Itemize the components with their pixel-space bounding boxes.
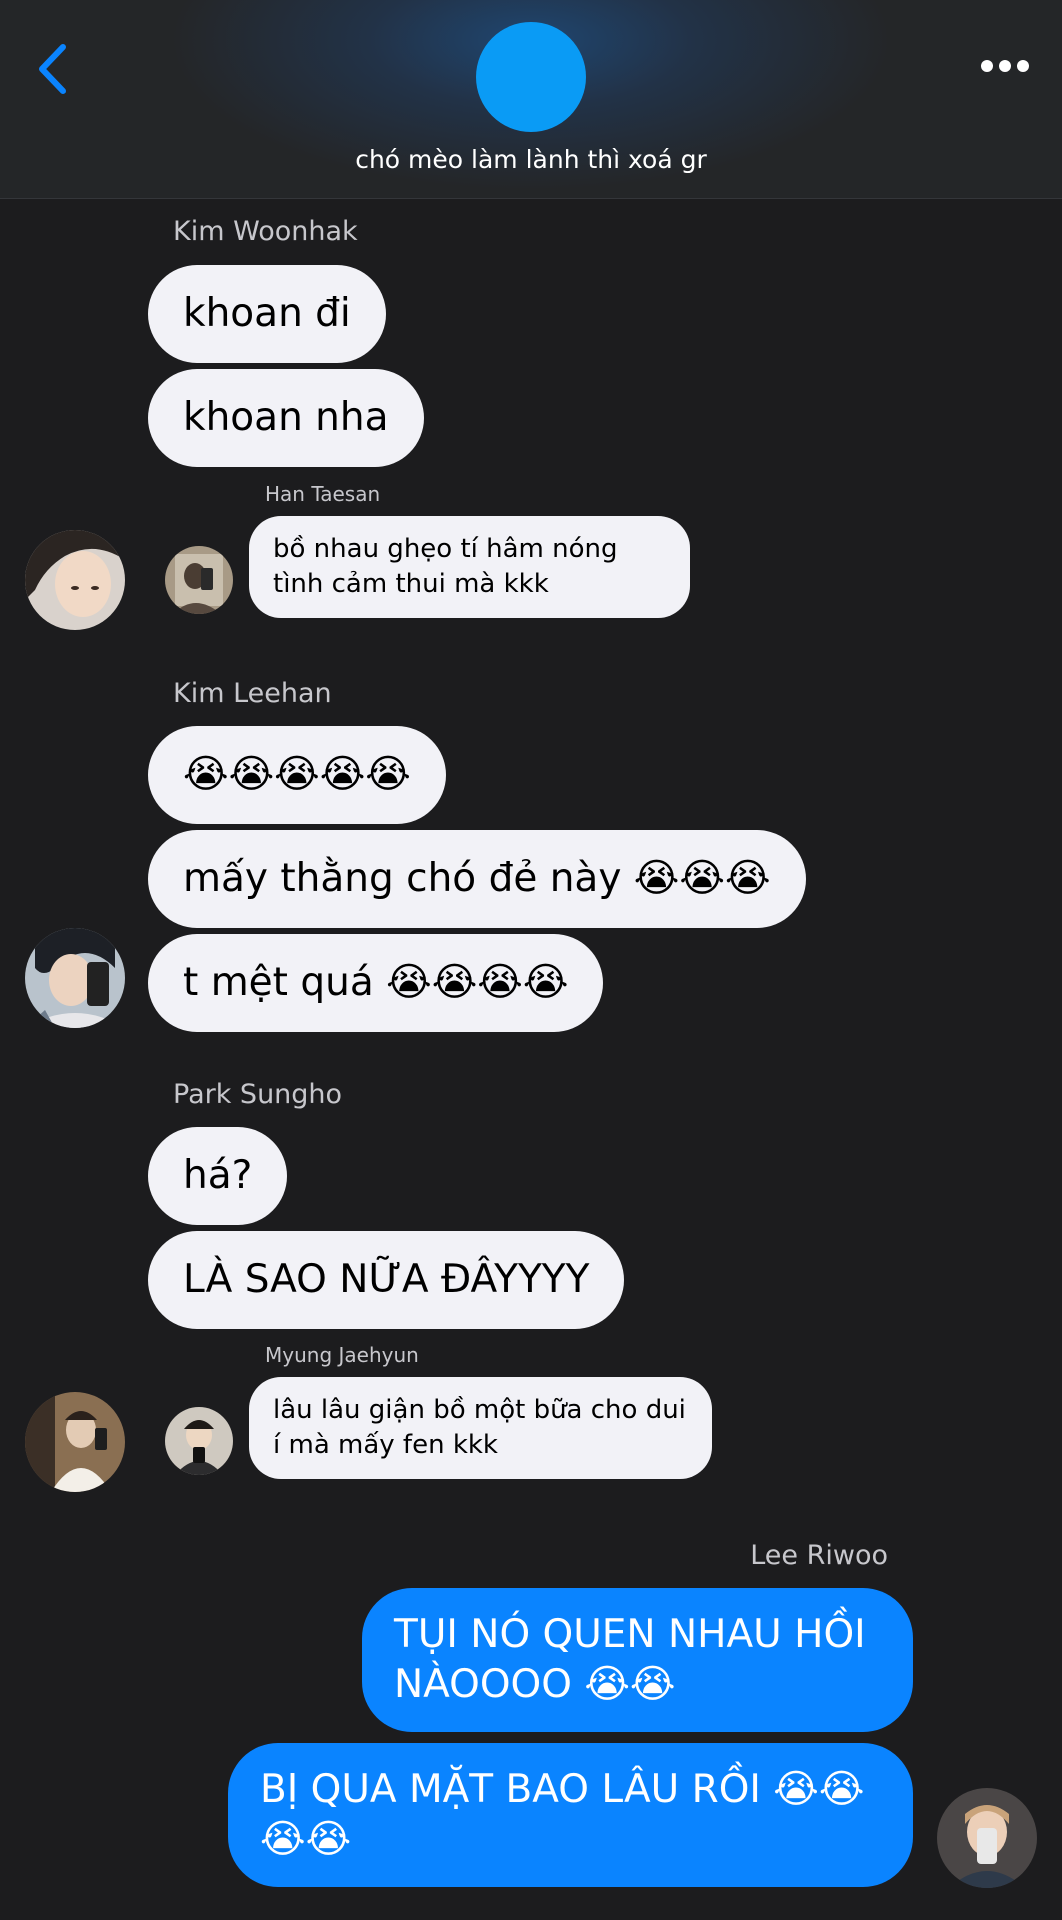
chevron-left-icon [39, 44, 66, 94]
avatar-photo [25, 928, 125, 1028]
my-message-bubble[interactable]: TỤI NÓ QUEN NHAU HỒI NÀOOOO 😭😭 [362, 1588, 913, 1732]
message-bubble[interactable]: t mệt quá 😭😭😭😭 [148, 934, 604, 1032]
message-bubble[interactable]: mấy thằng chó đẻ này 😭😭😭 [148, 830, 806, 928]
sender-name: Lee Riwoo [750, 1540, 888, 1571]
group-avatar[interactable] [476, 22, 586, 132]
avatar-photo [937, 1788, 1037, 1888]
group-title[interactable]: chó mèo làm lành thì xoá gr [0, 145, 1062, 174]
sender-name: Han Taesan [265, 482, 381, 506]
ellipsis-icon [981, 60, 1029, 72]
avatar[interactable] [937, 1788, 1037, 1888]
chat-screen: chó mèo làm lành thì xoá gr Kim Woonhak … [0, 0, 1062, 1920]
avatar[interactable] [25, 530, 125, 630]
message-bubble[interactable]: LÀ SAO NỮA ĐÂYYYY [148, 1231, 625, 1329]
avatar-photo [165, 546, 233, 614]
message-bubble[interactable]: lâu lâu giận bồ một bữa cho dui í mà mấy… [249, 1377, 712, 1479]
my-message-bubble[interactable]: BỊ QUA MẶT BAO LÂU RỒI 😭😭😭😭 [228, 1743, 913, 1887]
message-bubble[interactable]: 😭😭😭😭😭 [148, 726, 446, 824]
avatar-photo [165, 1407, 233, 1475]
chat-header: chó mèo làm lành thì xoá gr [0, 0, 1062, 199]
avatar[interactable] [165, 1407, 233, 1475]
avatar[interactable] [165, 546, 233, 614]
sender-name: Park Sungho [173, 1079, 343, 1110]
message-bubble[interactable]: bồ nhau ghẹo tí hâm nóng tình cảm thui m… [249, 516, 690, 618]
avatar[interactable] [25, 928, 125, 1028]
back-button[interactable] [22, 36, 82, 102]
avatar[interactable] [25, 1392, 125, 1492]
message-bubble[interactable]: há? [148, 1127, 288, 1225]
sender-name: Myung Jaehyun [265, 1343, 419, 1367]
message-bubble[interactable]: khoan đi [148, 265, 386, 363]
sender-name: Kim Leehan [173, 678, 332, 709]
message-bubble[interactable]: khoan nha [148, 369, 424, 467]
avatar-photo [25, 530, 125, 630]
more-button[interactable] [970, 44, 1040, 88]
sender-name: Kim Woonhak [173, 216, 358, 247]
avatar-photo [25, 1392, 125, 1492]
